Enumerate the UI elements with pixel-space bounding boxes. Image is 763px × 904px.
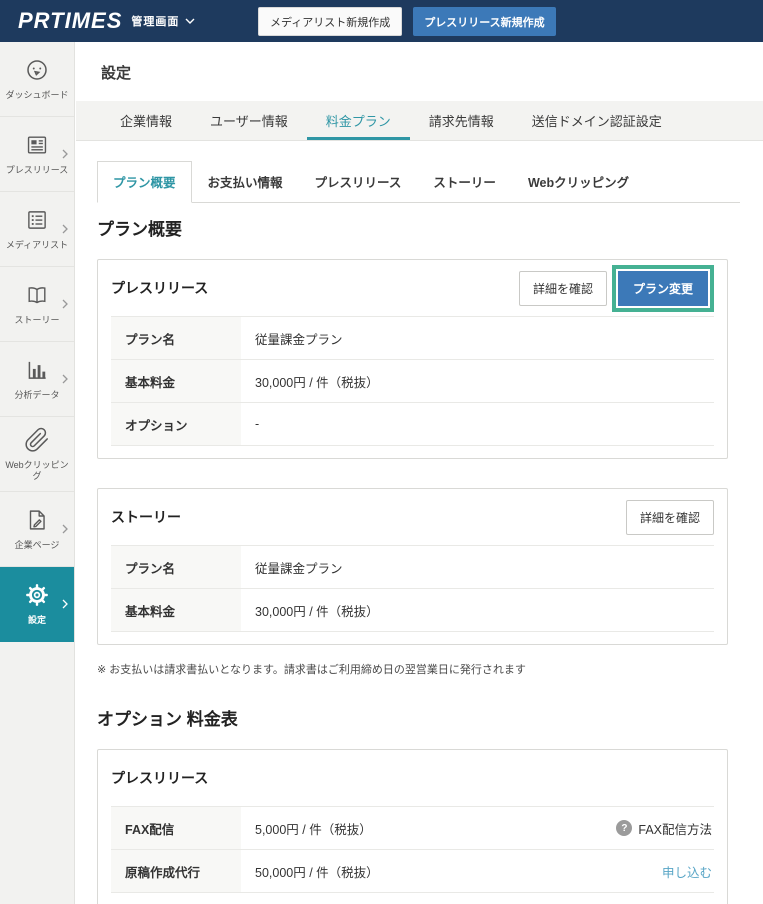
option-table: FAX配信 5,000円 / 件（税抜） ? FAX配信方法 原稿作成代行 50… [111, 806, 714, 893]
row-label: プラン名 [111, 317, 241, 359]
chevron-right-icon [62, 224, 68, 234]
sidebar-item-analytics[interactable]: 分析データ [0, 342, 74, 417]
sidebar-item-media-list[interactable]: メディアリスト [0, 192, 74, 267]
chevron-right-icon [62, 599, 68, 609]
chevron-right-icon [62, 149, 68, 159]
chevron-right-icon [62, 299, 68, 309]
chevron-right-icon [62, 374, 68, 384]
mascot-face-icon [24, 57, 50, 83]
card-title: プレスリリース [111, 770, 209, 786]
sidebar-item-label: ストーリー [14, 315, 60, 326]
chevron-right-icon [62, 524, 68, 534]
sidebar-item-story[interactable]: ストーリー [0, 267, 74, 342]
admin-dropdown-chevron-icon[interactable] [185, 18, 195, 25]
row-value: 30,000円 / 件（税抜） [255, 604, 379, 619]
pricing-subtab-bar: プラン概要 お支払い情報 プレスリリース ストーリー Webクリッピング [97, 161, 740, 203]
sidebar-item-label: Webクリッピング [5, 460, 69, 481]
page-title: 設定 [101, 65, 132, 82]
option-pricing-heading: オプション 料金表 [97, 710, 238, 729]
prtimes-logo: PRTIMES [18, 8, 123, 33]
press-release-plan-card: プレスリリース 詳細を確認 プラン変更 プラン名 従量課金プラン 基本料金 30… [97, 259, 728, 459]
row-value: 従量課金プラン [255, 561, 343, 576]
subtab-story[interactable]: ストーリー [417, 161, 512, 203]
sidebar-item-press-release[interactable]: プレスリリース [0, 117, 74, 192]
fax-delivery-help[interactable]: ? FAX配信方法 [616, 807, 714, 849]
subtab-web-clipping[interactable]: Webクリッピング [512, 161, 645, 203]
card-header: プレスリリース [111, 750, 714, 806]
detail-confirm-button[interactable]: 詳細を確認 [625, 499, 714, 535]
row-value: 50,000円 / 件（税抜） [255, 865, 379, 880]
highlight-box: プラン変更 [611, 264, 714, 312]
create-press-release-button[interactable]: プレスリリース新規作成 [413, 7, 556, 36]
subtab-press-release[interactable]: プレスリリース [299, 161, 418, 203]
tab-sending-domain-auth[interactable]: 送信ドメイン認証設定 [513, 101, 681, 140]
tab-content: プラン概要 お支払い情報 プレスリリース ストーリー Webクリッピング プラン… [76, 161, 740, 904]
table-row: 基本料金 30,000円 / 件（税抜） [111, 589, 714, 632]
card-header: プレスリリース 詳細を確認 プラン変更 [111, 260, 714, 316]
fax-delivery-help-label[interactable]: FAX配信方法 [638, 819, 712, 838]
row-value: 5,000円 / 件（税抜） [255, 822, 372, 837]
admin-screen-label: 管理画面 [131, 16, 180, 28]
apply-link[interactable]: 申し込む [662, 850, 714, 892]
subtab-payment-info[interactable]: お支払い情報 [192, 161, 299, 203]
sidebar-item-company-page[interactable]: 企業ページ [0, 492, 74, 567]
tab-company-info[interactable]: 企業情報 [101, 101, 191, 140]
sidebar-item-web-clipping[interactable]: Webクリッピング [0, 417, 74, 492]
plan-table: プラン名 従量課金プラン 基本料金 30,000円 / 件（税抜） オプション … [111, 316, 714, 446]
row-value: 30,000円 / 件（税抜） [255, 375, 379, 390]
table-row: FAX配信 5,000円 / 件（税抜） ? FAX配信方法 [111, 807, 714, 850]
change-plan-button[interactable]: プラン変更 [617, 270, 708, 306]
paperclip-icon [24, 427, 50, 453]
sidebar-item-label: メディアリスト [5, 240, 69, 251]
header-actions: メディアリスト新規作成 プレスリリース新規作成 [258, 7, 556, 36]
row-value: - [255, 417, 260, 431]
sidebar-item-label: ダッシュボード [5, 90, 69, 101]
sidebar-item-label: 分析データ [14, 390, 60, 401]
sidebar-item-label: 設定 [27, 615, 46, 626]
plan-table: プラン名 従量課金プラン 基本料金 30,000円 / 件（税抜） [111, 545, 714, 632]
subtab-plan-overview[interactable]: プラン概要 [97, 161, 192, 203]
plan-overview-heading: プラン概要 [97, 220, 182, 239]
gear-icon [24, 582, 50, 608]
sidebar-item-settings[interactable]: 設定 [0, 567, 74, 642]
row-label: 基本料金 [111, 589, 241, 631]
table-row: プラン名 従量課金プラン [111, 546, 714, 589]
row-label: 原稿作成代行 [111, 850, 241, 892]
detail-confirm-button[interactable]: 詳細を確認 [518, 270, 607, 306]
row-value: 従量課金プラン [255, 332, 343, 347]
sidebar-item-dashboard[interactable]: ダッシュボード [0, 42, 74, 117]
row-label: 基本料金 [111, 360, 241, 402]
table-row: 基本料金 30,000円 / 件（税抜） [111, 360, 714, 403]
sidebar-item-label: 企業ページ [14, 540, 60, 551]
tab-pricing-plan[interactable]: 料金プラン [307, 101, 410, 140]
card-title: プレスリリース [111, 280, 209, 296]
row-label: プラン名 [111, 546, 241, 588]
top-header-bar: PRTIMES 管理画面 メディアリスト新規作成 プレスリリース新規作成 [0, 0, 763, 42]
tab-billing-info[interactable]: 請求先情報 [410, 101, 513, 140]
story-plan-card: ストーリー 詳細を確認 プラン名 従量課金プラン 基本料金 30,000円 / … [97, 488, 728, 645]
tab-user-info[interactable]: ユーザー情報 [191, 101, 307, 140]
help-icon[interactable]: ? [616, 820, 633, 836]
card-header: ストーリー 詳細を確認 [111, 489, 714, 545]
open-book-icon [24, 282, 50, 308]
table-row: プラン名 従量課金プラン [111, 317, 714, 360]
main-content: 設定 企業情報 ユーザー情報 料金プラン 請求先情報 送信ドメイン認証設定 プラ… [76, 42, 763, 904]
table-row: 原稿作成代行 50,000円 / 件（税抜） 申し込む [111, 850, 714, 893]
row-label: FAX配信 [111, 807, 241, 849]
media-list-icon [24, 207, 50, 233]
bar-chart-icon [24, 357, 50, 383]
row-label: オプション [111, 403, 241, 445]
settings-tab-bar: 企業情報 ユーザー情報 料金プラン 請求先情報 送信ドメイン認証設定 [76, 101, 763, 141]
card-title: ストーリー [111, 509, 181, 525]
app-window: PRTIMES 管理画面 メディアリスト新規作成 プレスリリース新規作成 ダッシ… [0, 0, 763, 904]
newspaper-icon [24, 132, 50, 158]
company-page-icon [24, 507, 50, 533]
sidebar-nav: ダッシュボード プレスリリース メディアリスト ストーリー 分析データ Webク… [0, 42, 75, 904]
table-row: オプション - [111, 403, 714, 446]
option-pricing-card: プレスリリース FAX配信 5,000円 / 件（税抜） ? FAX配信方法 原… [97, 749, 728, 904]
billing-note: ※ お支払いは請求書払いとなります。請求書はご利用締め日の翌営業日に発行されます [97, 664, 526, 676]
sidebar-item-label: プレスリリース [5, 165, 69, 176]
create-media-list-button[interactable]: メディアリスト新規作成 [258, 7, 403, 36]
